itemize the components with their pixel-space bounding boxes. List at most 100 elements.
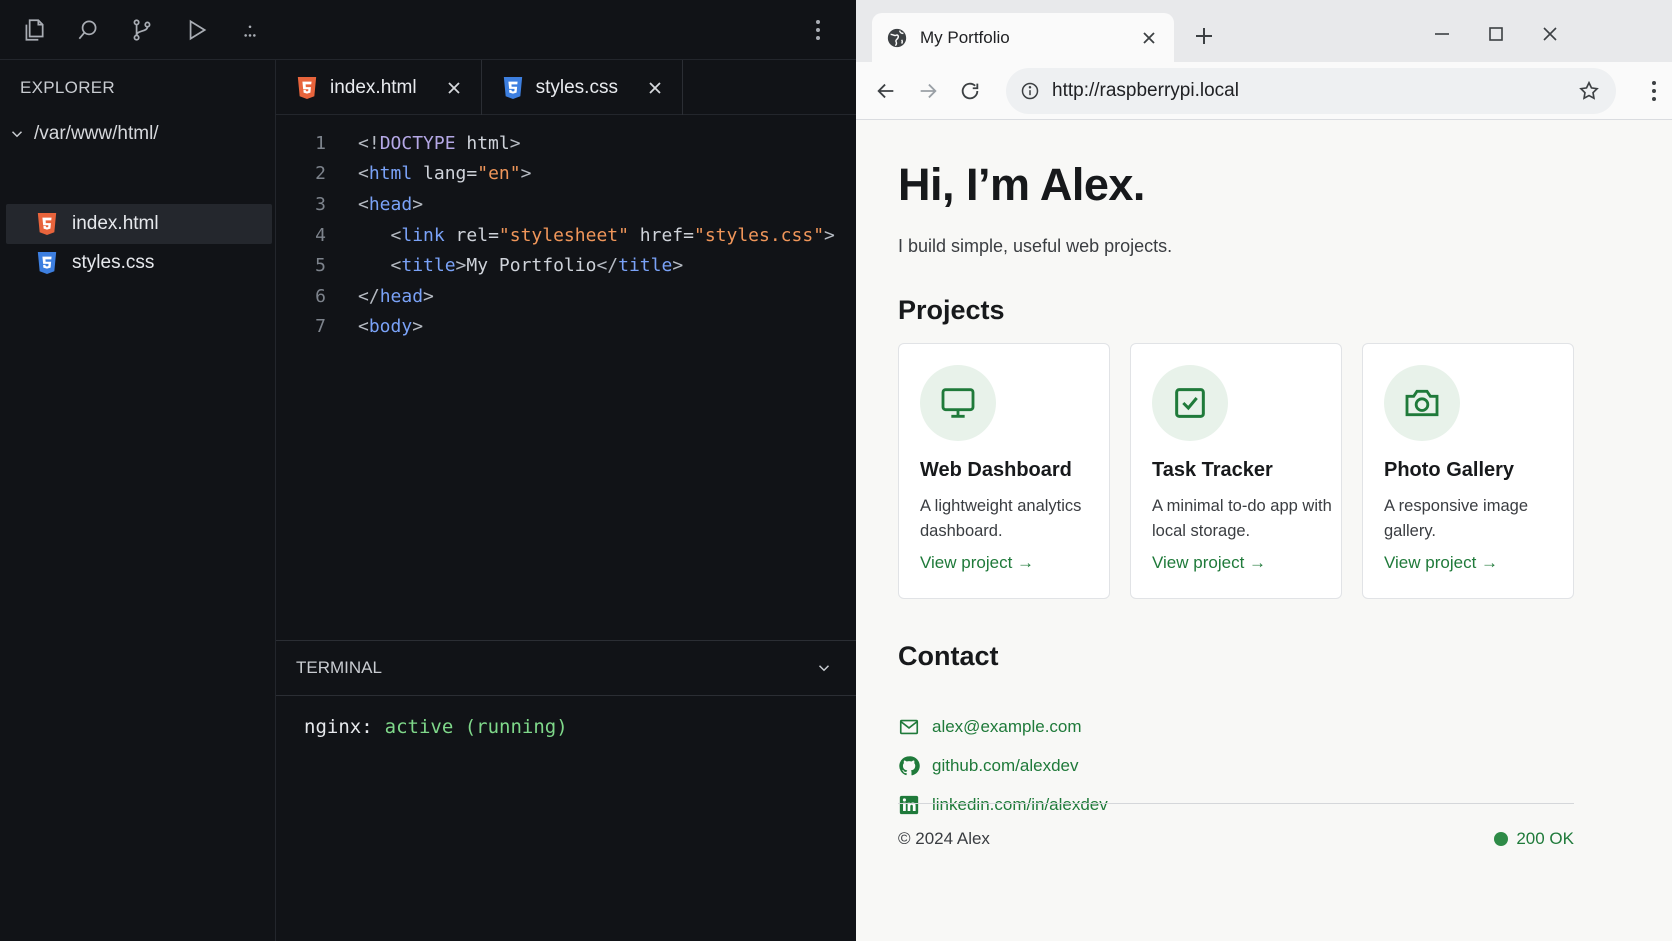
code-line[interactable]: 4 <link rel="stylesheet" href="styles.cs…	[276, 220, 856, 251]
browser-tab[interactable]: My Portfolio	[872, 13, 1174, 62]
code-token: >	[824, 224, 835, 246]
forward-arrow-icon[interactable]	[912, 75, 944, 107]
code-token: href=	[628, 224, 694, 246]
hero-title: Hi, I’m Alex.	[898, 159, 1145, 210]
project-card-task-tracker: Task Tracker A minimal to-do app with lo…	[1130, 343, 1342, 599]
file-styles-css[interactable]: styles.css	[6, 243, 272, 283]
code-token: "styles.css"	[693, 224, 825, 246]
close-icon[interactable]	[1138, 27, 1160, 49]
code-token: <	[358, 163, 369, 185]
minimize-icon[interactable]	[1424, 18, 1460, 50]
url-text[interactable]: http://raspberrypi.local	[1052, 80, 1566, 102]
code-token: >	[672, 255, 684, 277]
code-text: <body>	[326, 316, 423, 337]
code-line[interactable]: 7 <body>	[276, 312, 856, 343]
window-close-icon[interactable]	[1532, 18, 1568, 50]
extensions-icon[interactable]	[234, 14, 266, 46]
camera-icon	[1384, 365, 1460, 441]
terminal-service: nginx:	[304, 716, 373, 738]
code-editor: EXPLORER /var/www/html/ index.html style…	[0, 0, 856, 941]
project-card-photo-gallery: Photo Gallery A responsive image gallery…	[1362, 343, 1574, 599]
files-icon[interactable]	[18, 14, 50, 46]
browser-window: My Portfolio http://raspberrypi.local Hi…	[856, 0, 1672, 941]
code-text: <html lang="en">	[326, 163, 531, 184]
code-token: </	[358, 285, 380, 307]
tab-styles-css[interactable]: styles.css	[482, 60, 683, 115]
code-text: <head>	[326, 194, 423, 215]
footer-copyright: © 2024 Alex	[898, 829, 990, 848]
address-bar[interactable]: http://raspberrypi.local	[1006, 68, 1616, 114]
close-icon[interactable]	[644, 77, 666, 99]
code-token: >	[520, 163, 532, 185]
html-file-icon	[297, 76, 317, 99]
line-number: 7	[315, 316, 326, 338]
file-name: index.html	[72, 213, 159, 234]
more-actions-icon[interactable]	[806, 16, 830, 44]
status-dot-icon	[1494, 832, 1509, 846]
search-icon[interactable]	[72, 14, 104, 46]
code-line[interactable]: 2 <html lang="en">	[276, 159, 856, 190]
view-project-link[interactable]: View project →	[1152, 553, 1266, 573]
code-area[interactable]: 1 <!DOCTYPE html> 2 <html lang="en"> 3 <head>…	[276, 128, 856, 342]
chevron-down-icon[interactable]	[812, 656, 836, 680]
browser-toolbar: http://raspberrypi.local	[856, 62, 1672, 120]
view-project-link[interactable]: View project →	[920, 553, 1034, 573]
star-icon[interactable]	[1578, 80, 1600, 102]
code-text: </head>	[326, 286, 434, 307]
folder-row[interactable]: /var/www/html/	[8, 118, 159, 150]
mail-icon	[899, 719, 919, 735]
project-title: Task Tracker	[1152, 459, 1273, 481]
folder-name: /var/www/html/	[34, 123, 159, 144]
close-icon[interactable]	[443, 77, 465, 99]
line-number: 1	[315, 132, 326, 154]
code-token: </	[596, 255, 619, 277]
code-token: body	[368, 316, 413, 338]
code-token: title	[618, 255, 673, 277]
contact-text: alex@example.com	[932, 717, 1082, 736]
code-token: My Portfolio	[466, 255, 597, 277]
contact-linkedin-link[interactable]: linkedin.com/in/alexdev	[898, 791, 1108, 819]
project-description: A lightweight analytics dashboard.	[920, 497, 1082, 540]
new-tab-icon[interactable]	[1190, 22, 1218, 50]
terminal-title: TERMINAL	[296, 658, 382, 677]
maximize-icon[interactable]	[1478, 18, 1514, 50]
editor-header	[276, 0, 856, 60]
code-line[interactable]: 1 <!DOCTYPE html>	[276, 128, 856, 159]
back-arrow-icon[interactable]	[870, 75, 902, 107]
terminal-output[interactable]: nginx: active (running)	[276, 696, 856, 758]
contact-github-link[interactable]: github.com/alexdev	[898, 752, 1078, 780]
view-project-link[interactable]: View project →	[1384, 553, 1498, 573]
code-line[interactable]: 3 <head>	[276, 189, 856, 220]
css-file-icon	[503, 76, 522, 99]
contact-email-link[interactable]: alex@example.com	[898, 713, 1082, 741]
code-token: html	[368, 163, 413, 185]
code-text: <!DOCTYPE html>	[326, 133, 521, 154]
source-control-icon[interactable]	[126, 14, 158, 46]
code-token: >	[423, 285, 434, 307]
project-card-web-dashboard: Web Dashboard A lightweight analytics da…	[898, 343, 1110, 599]
code-token: <	[390, 255, 402, 277]
file-name: styles.css	[72, 252, 155, 273]
tab-label: index.html	[330, 76, 417, 98]
browser-tab-title: My Portfolio	[920, 27, 1010, 47]
html-file-icon	[37, 213, 57, 235]
code-text: <link rel="stylesheet" href="styles.css"…	[326, 225, 835, 246]
code-token: "stylesheet"	[498, 224, 629, 246]
github-icon	[899, 756, 920, 776]
code-token: rel=	[444, 224, 499, 246]
info-icon[interactable]	[1020, 81, 1040, 101]
code-line[interactable]: 5 <title>My Portfolio</title>	[276, 250, 856, 281]
code-line[interactable]: 6 </head>	[276, 281, 856, 312]
reload-icon[interactable]	[954, 75, 986, 107]
code-token: <	[390, 224, 402, 246]
file-index-html[interactable]: index.html	[6, 204, 272, 244]
code-token: >	[509, 132, 521, 154]
explorer-sidebar: EXPLORER /var/www/html/ index.html style…	[0, 60, 276, 941]
code-token: <	[358, 193, 369, 215]
browser-menu-icon[interactable]	[1640, 75, 1668, 107]
run-icon[interactable]	[180, 14, 212, 46]
code-token: >	[412, 193, 424, 215]
tab-index-html[interactable]: index.html	[276, 60, 482, 115]
